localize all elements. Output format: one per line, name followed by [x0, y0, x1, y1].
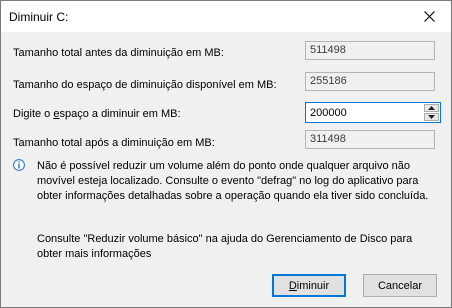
spin-down-button[interactable]	[424, 113, 439, 121]
title-bar: Diminuir C:	[1, 1, 451, 32]
shrink-button-accel: D	[288, 279, 297, 292]
close-icon	[423, 11, 435, 22]
available-space-label: Tamanho do espaço de diminuição disponív…	[13, 79, 277, 91]
cancel-button-label: Cancelar	[377, 279, 423, 292]
window-title: Diminuir C:	[9, 10, 69, 24]
info-message: Não é possível reduzir um volume além do…	[37, 160, 429, 202]
shrink-amount-label: Digite o espaço a diminuir em MB:	[13, 108, 181, 120]
chevron-up-icon	[428, 106, 435, 110]
available-space-field: 255186	[305, 72, 435, 91]
shrink-amount-spinbox[interactable]	[305, 102, 441, 123]
total-after-field: 311498	[305, 130, 435, 149]
cancel-button[interactable]: Cancelar	[363, 274, 437, 297]
help-message: Consulte "Reduzir volume básico" na ajud…	[37, 233, 413, 260]
spin-buttons	[424, 104, 439, 121]
total-before-field: 511498	[305, 41, 435, 60]
total-after-label: Tamanho total após a diminuição em MB:	[13, 137, 215, 149]
chevron-down-icon	[428, 115, 435, 119]
shrink-amount-label-post: spaço a diminuir em MB:	[59, 108, 181, 120]
shrink-amount-input[interactable]	[306, 103, 428, 122]
info-icon	[13, 159, 25, 171]
shrink-button[interactable]: Diminuir	[272, 274, 346, 297]
shrink-amount-label-pre: Digite o	[13, 108, 54, 120]
close-button[interactable]	[407, 1, 451, 32]
spin-up-button[interactable]	[424, 104, 439, 112]
shrink-button-label: iminuir	[296, 279, 330, 292]
shrink-dialog: Diminuir C: Tamanho total antes da dimin…	[0, 0, 452, 308]
total-before-label: Tamanho total antes da diminuição em MB:	[13, 47, 224, 59]
